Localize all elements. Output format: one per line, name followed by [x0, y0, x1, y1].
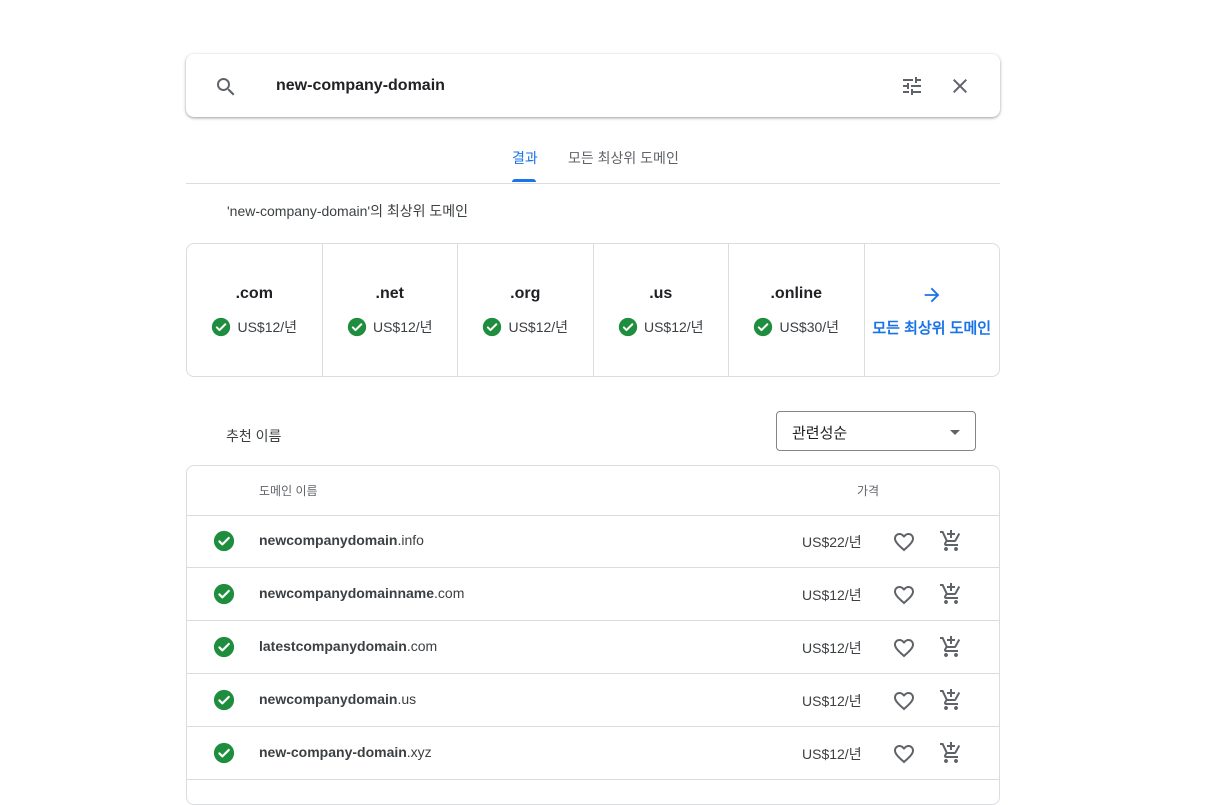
sort-dropdown[interactable]: 관련성순: [776, 411, 976, 451]
add-to-cart-icon[interactable]: [939, 529, 963, 553]
domain-tld: .com: [406, 638, 438, 654]
tld-item-online[interactable]: .online US$30/년: [729, 244, 865, 376]
tld-price: US$12/년: [372, 319, 433, 335]
tab-results[interactable]: 결과: [512, 150, 538, 166]
tab-all-tlds[interactable]: 모든 최상위 도메인: [568, 150, 679, 166]
domain-price: US$12/년: [802, 640, 862, 656]
add-to-cart-icon[interactable]: [939, 635, 963, 659]
tld-name: .net: [375, 285, 404, 302]
tld-item-net[interactable]: .net US$12/년: [323, 244, 458, 376]
heart-icon[interactable]: [892, 689, 916, 713]
table-row[interactable]: newcompanydomain.us US$12/년: [187, 674, 999, 727]
add-to-cart-icon[interactable]: [939, 688, 963, 712]
table-row[interactable]: newcompanydomain.info US$22/년: [187, 515, 999, 568]
tld-item-org[interactable]: .org US$12/년: [458, 244, 594, 376]
tld-price: US$12/년: [508, 319, 569, 335]
domain-sld: new-company-domain: [259, 744, 407, 760]
domain-name: latestcompanydomain.com: [259, 638, 437, 654]
available-check-icon: [213, 583, 235, 605]
arrow-forward-icon: [865, 284, 1000, 311]
available-check-icon: [347, 317, 367, 337]
domain-name: new-company-domain.xyz: [259, 744, 432, 760]
add-to-cart-icon[interactable]: [939, 741, 963, 765]
tld-name: .us: [649, 285, 673, 302]
domain-sld: newcompanydomain: [259, 532, 398, 548]
table-row[interactable]: latestcompanydomain.com US$12/년: [187, 621, 999, 674]
heart-icon[interactable]: [892, 636, 916, 660]
domain-price: US$22/년: [802, 534, 862, 550]
tld-price: US$12/년: [237, 319, 298, 335]
all-tlds-label: 모든 최상위 도메인: [872, 320, 992, 337]
active-tab-indicator: [512, 179, 536, 182]
column-header-price: 가격: [857, 484, 880, 498]
heart-icon[interactable]: [892, 583, 916, 607]
tld-section-heading: 'new-company-domain'의 최상위 도메인: [227, 203, 469, 219]
domain-tld: .xyz: [406, 744, 432, 760]
recommended-heading: 추천 이름: [226, 428, 282, 444]
available-check-icon: [213, 742, 235, 764]
available-check-icon: [213, 636, 235, 658]
domain-name: newcompanydomainname.com: [259, 585, 464, 601]
available-check-icon: [213, 530, 235, 552]
available-check-icon: [753, 317, 773, 337]
available-check-icon: [211, 317, 231, 337]
available-check-icon: [213, 689, 235, 711]
heart-icon[interactable]: [892, 742, 916, 766]
domain-tld: .us: [397, 691, 417, 707]
column-header-name: 도메인 이름: [259, 484, 318, 498]
heart-icon[interactable]: [892, 530, 916, 554]
table-row[interactable]: new-company-domain.xyz US$12/년: [187, 727, 999, 780]
domain-table: 도메인 이름 가격 newcompanydomain.info US$22/년 …: [186, 465, 1000, 805]
available-check-icon: [618, 317, 638, 337]
filter-icon[interactable]: [900, 74, 924, 98]
tld-name: .com: [235, 285, 273, 302]
search-icon[interactable]: [214, 75, 238, 99]
domain-price: US$12/년: [802, 746, 862, 762]
dropdown-arrow-icon: [950, 430, 960, 435]
tld-card: .com US$12/년 .net US$12/년 .org US$12/년 .…: [186, 243, 1000, 377]
domain-tld: .info: [397, 532, 424, 548]
domain-name: newcompanydomain.info: [259, 532, 424, 548]
available-check-icon: [482, 317, 502, 337]
table-header: 도메인 이름 가격: [187, 466, 999, 516]
search-input[interactable]: new-company-domain: [276, 74, 445, 98]
all-tlds-link[interactable]: 모든 최상위 도메인: [865, 244, 1000, 376]
domain-price: US$12/년: [802, 693, 862, 709]
add-to-cart-icon[interactable]: [939, 582, 963, 606]
domain-price: US$12/년: [802, 587, 862, 603]
close-icon[interactable]: [948, 74, 972, 98]
domain-sld: newcompanydomainname: [259, 585, 435, 601]
domain-sld: latestcompanydomain: [259, 638, 407, 654]
tld-item-us[interactable]: .us US$12/년: [594, 244, 729, 376]
tld-item-com[interactable]: .com US$12/년: [187, 244, 323, 376]
tab-bar: 결과 모든 최상위 도메인: [186, 140, 1000, 184]
tld-price: US$30/년: [779, 319, 840, 335]
tld-name: .online: [770, 285, 823, 302]
domain-sld: newcompanydomain: [259, 691, 398, 707]
tld-price: US$12/년: [643, 319, 704, 335]
domain-name: newcompanydomain.us: [259, 691, 416, 707]
domain-tld: .com: [434, 585, 465, 601]
tld-name: .org: [510, 285, 541, 302]
table-row[interactable]: newcompanydomainname.com US$12/년: [187, 568, 999, 621]
sort-value: 관련성순: [792, 425, 848, 442]
